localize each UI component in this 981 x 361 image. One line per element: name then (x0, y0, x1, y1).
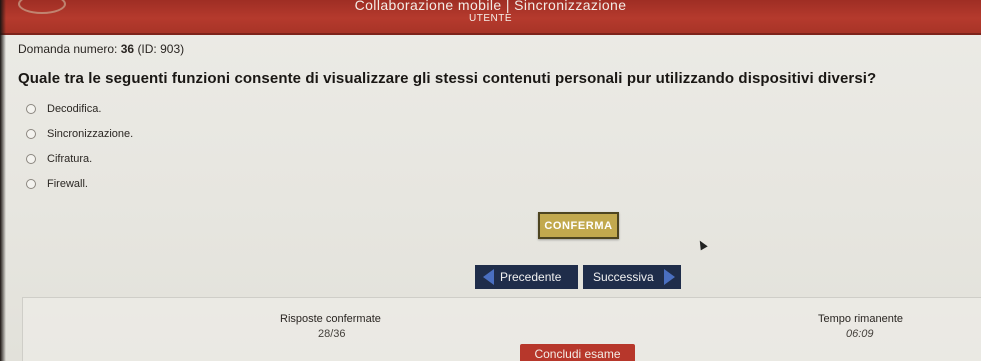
next-button-label: Successiva (593, 270, 654, 284)
question-text: Quale tra le seguenti funzioni consente … (18, 70, 877, 87)
radio-button[interactable] (26, 128, 36, 139)
next-button[interactable]: Successiva (583, 265, 681, 289)
user-label: UTENTE (469, 13, 512, 24)
radio-button[interactable] (26, 153, 36, 164)
mouse-cursor-icon (696, 238, 708, 251)
question-number: Domanda numero: 36 (ID: 903) (18, 42, 184, 56)
monitor-bezel (0, 0, 6, 361)
answered-label: Risposte confermate (280, 313, 381, 325)
course-title: Collaborazione mobile | Sincronizzazione (354, 0, 627, 13)
answer-option-label: Cifratura. (47, 152, 93, 165)
answer-option[interactable]: Sincronizzazione. (26, 121, 133, 146)
question-id: (ID: 903) (137, 42, 185, 56)
answered-count: 28/36 (318, 328, 346, 340)
radio-button[interactable] (26, 103, 36, 114)
answer-option-label: Firewall. (47, 177, 88, 190)
exam-screen: Collaborazione mobile | Sincronizzazione… (0, 0, 981, 361)
app-header: Collaborazione mobile | Sincronizzazione… (0, 0, 981, 35)
arrow-right-icon (664, 269, 675, 285)
time-remaining-label: Tempo rimanente (818, 313, 903, 325)
answer-option[interactable]: Decodifica. (26, 96, 133, 121)
time-remaining-value: 06:09 (846, 328, 874, 340)
answer-options: Decodifica. Sincronizzazione. Cifratura.… (26, 96, 133, 196)
answer-option-label: Decodifica. (47, 102, 102, 115)
question-number-label: Domanda numero: (18, 42, 118, 56)
question-number-value: 36 (120, 42, 135, 56)
answer-option-label: Sincronizzazione. (47, 127, 134, 140)
answer-option[interactable]: Cifratura. (26, 146, 133, 171)
previous-button[interactable]: Precedente (475, 265, 578, 289)
previous-button-label: Precedente (500, 270, 562, 284)
confirm-button[interactable]: Conferma (538, 212, 619, 239)
radio-button[interactable] (26, 178, 36, 189)
answer-option[interactable]: Firewall. (26, 171, 133, 196)
status-panel (22, 297, 981, 361)
arrow-left-icon (483, 269, 494, 285)
end-exam-button[interactable]: Concludi esame (520, 344, 635, 361)
